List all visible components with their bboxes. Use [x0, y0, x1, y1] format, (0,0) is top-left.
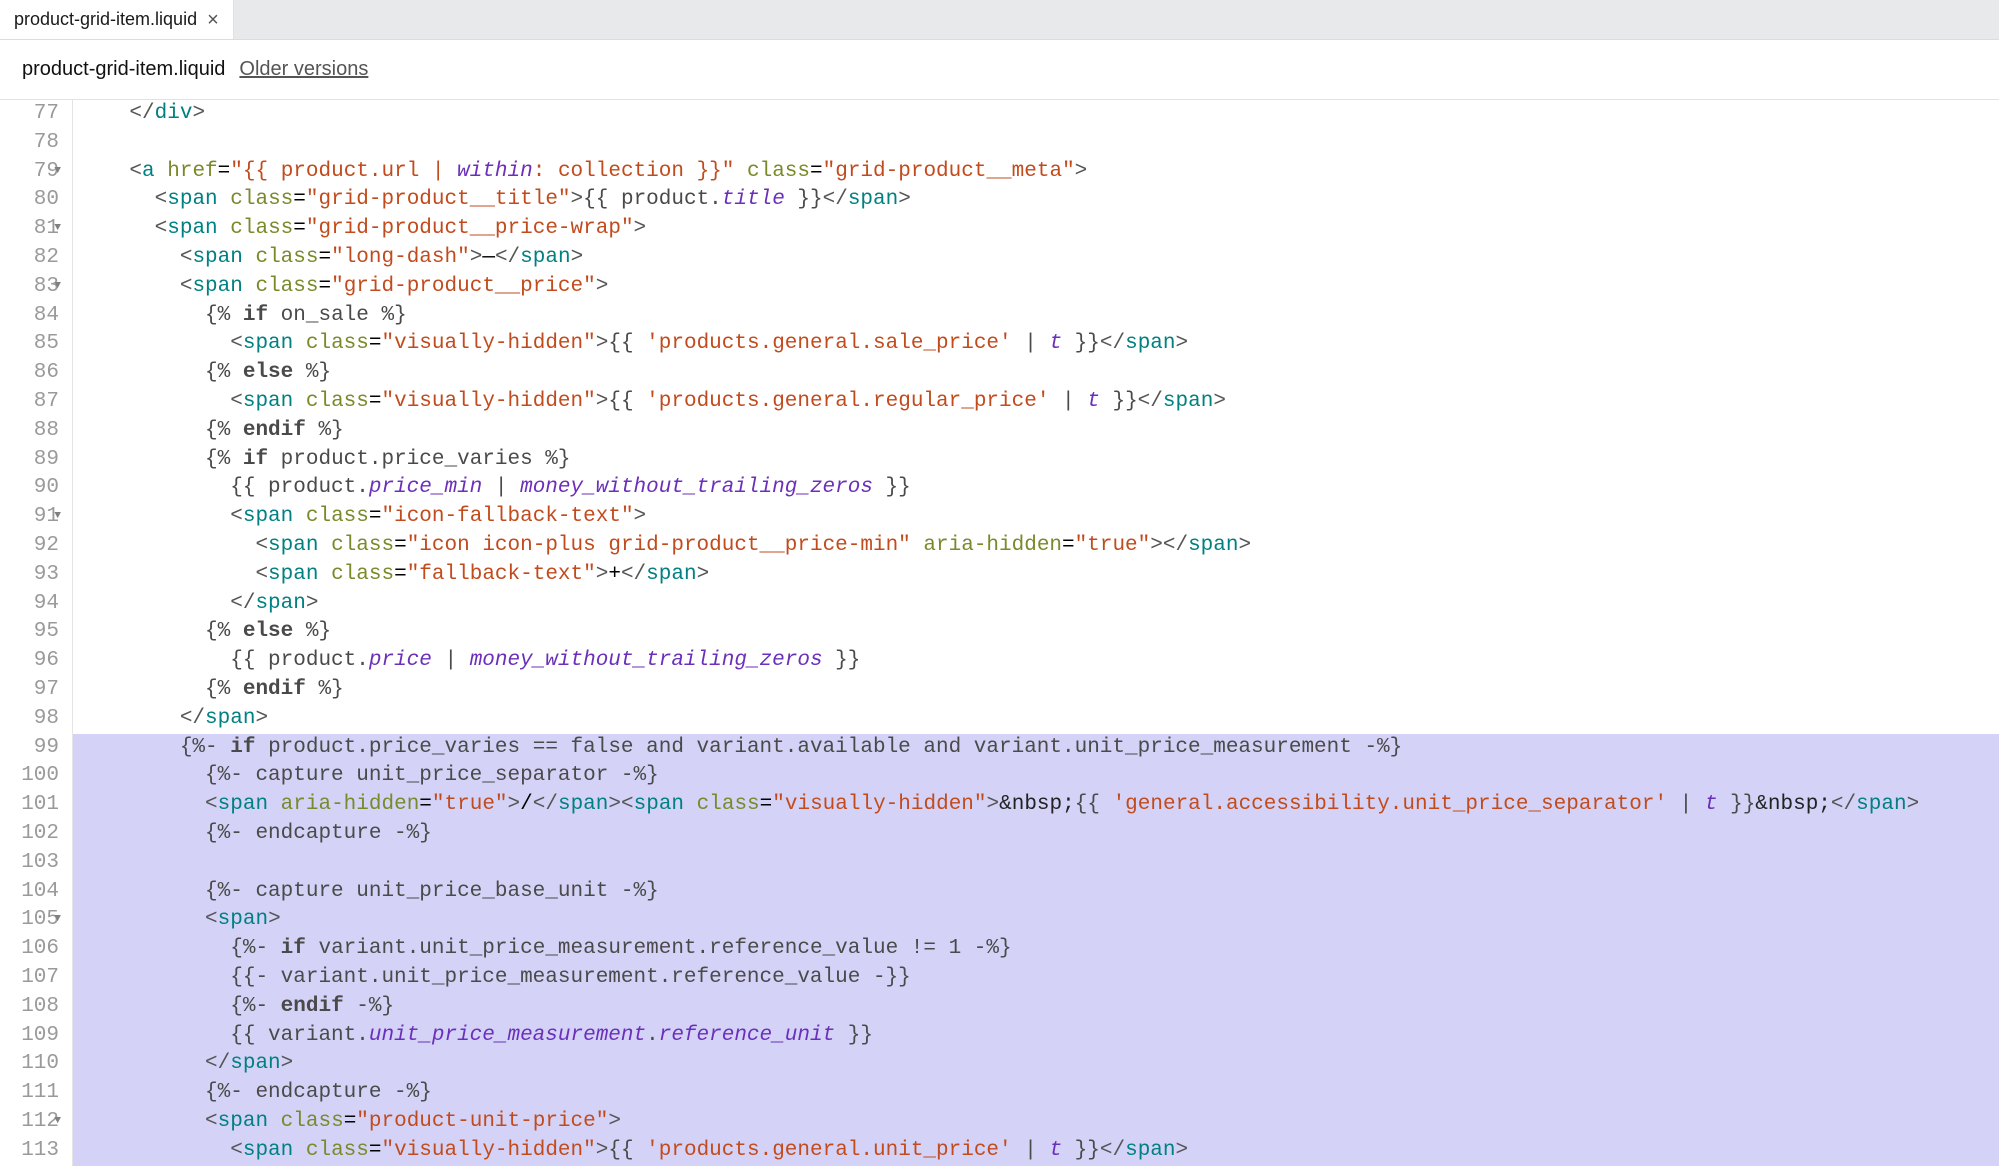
line-number: 112▼ [0, 1108, 59, 1137]
code-area[interactable]: </div> <a href="{{ product.url | within:… [73, 100, 1999, 1166]
file-title-row: product-grid-item.liquid Older versions [0, 40, 1999, 100]
line-number: 93 [0, 561, 59, 590]
tab-filename: product-grid-item.liquid [14, 9, 197, 30]
line-number: 92 [0, 532, 59, 561]
code-line[interactable]: {%- if product.price_varies == false and… [73, 734, 1999, 763]
code-line[interactable]: <a href="{{ product.url | within: collec… [73, 158, 1999, 187]
code-line[interactable]: {{- variant.unit_price_measurement.refer… [73, 964, 1999, 993]
code-line[interactable]: {%- endif -%} [73, 993, 1999, 1022]
tab-bar: product-grid-item.liquid × [0, 0, 1999, 40]
fold-icon[interactable]: ▼ [54, 164, 61, 179]
code-line[interactable]: <span class="long-dash">—</span> [73, 244, 1999, 273]
line-number: 95 [0, 618, 59, 647]
code-line[interactable]: <span class="product-unit-price"> [73, 1108, 1999, 1137]
line-number: 102 [0, 820, 59, 849]
code-line[interactable]: </div> [73, 100, 1999, 129]
code-line[interactable] [73, 849, 1999, 878]
file-title: product-grid-item.liquid [22, 58, 225, 81]
code-line[interactable]: {% else %} [73, 359, 1999, 388]
line-number: 107 [0, 964, 59, 993]
code-line[interactable]: {%- capture unit_price_separator -%} [73, 762, 1999, 791]
line-number: 84 [0, 302, 59, 331]
code-line[interactable]: <span class="icon-fallback-text"> [73, 503, 1999, 532]
line-number: 97 [0, 676, 59, 705]
code-line[interactable]: {{ product.price_min | money_without_tra… [73, 474, 1999, 503]
fold-icon[interactable]: ▼ [54, 279, 61, 294]
code-line[interactable]: {% else %} [73, 618, 1999, 647]
code-line[interactable]: <span class="visually-hidden">{{ 'produc… [73, 1137, 1999, 1166]
code-line[interactable]: {{ variant.unit_price_measurement.refere… [73, 1022, 1999, 1051]
line-number: 110 [0, 1050, 59, 1079]
code-line[interactable]: {{ product.price | money_without_trailin… [73, 647, 1999, 676]
line-number: 80 [0, 186, 59, 215]
code-line[interactable]: <span class="fallback-text">+</span> [73, 561, 1999, 590]
line-number: 89 [0, 446, 59, 475]
code-line[interactable]: </span> [73, 590, 1999, 619]
line-number: 111 [0, 1079, 59, 1108]
line-number: 82 [0, 244, 59, 273]
line-number: 105▼ [0, 906, 59, 935]
line-number: 106 [0, 935, 59, 964]
code-line[interactable]: <span class="grid-product__title">{{ pro… [73, 186, 1999, 215]
line-number: 90 [0, 474, 59, 503]
code-line[interactable]: </span> [73, 1050, 1999, 1079]
line-number: 96 [0, 647, 59, 676]
line-number: 113 [0, 1137, 59, 1166]
code-line[interactable]: {%- endcapture -%} [73, 820, 1999, 849]
line-number: 86 [0, 359, 59, 388]
line-number: 88 [0, 417, 59, 446]
line-number: 79▼ [0, 158, 59, 187]
line-number: 100 [0, 762, 59, 791]
line-number: 91▼ [0, 503, 59, 532]
older-versions-link[interactable]: Older versions [239, 58, 368, 81]
line-number: 108 [0, 993, 59, 1022]
code-line[interactable]: {% if on_sale %} [73, 302, 1999, 331]
code-line[interactable]: <span> [73, 906, 1999, 935]
code-line[interactable]: <span class="grid-product__price"> [73, 273, 1999, 302]
line-number: 101 [0, 791, 59, 820]
line-number: 81▼ [0, 215, 59, 244]
line-number: 77 [0, 100, 59, 129]
code-line[interactable]: {%- if variant.unit_price_measurement.re… [73, 935, 1999, 964]
fold-icon[interactable]: ▼ [54, 912, 61, 927]
line-number: 87 [0, 388, 59, 417]
line-number: 85 [0, 330, 59, 359]
line-number: 83▼ [0, 273, 59, 302]
code-line[interactable]: <span class="visually-hidden">{{ 'produc… [73, 388, 1999, 417]
line-number: 78 [0, 129, 59, 158]
line-number: 104 [0, 878, 59, 907]
close-icon[interactable]: × [207, 10, 219, 30]
fold-icon[interactable]: ▼ [54, 221, 61, 236]
line-number-gutter: 777879▼8081▼8283▼8485868788899091▼929394… [0, 100, 72, 1166]
code-line[interactable] [73, 129, 1999, 158]
fold-icon[interactable]: ▼ [54, 509, 61, 524]
code-line[interactable]: {% endif %} [73, 417, 1999, 446]
code-line[interactable]: <span class="icon icon-plus grid-product… [73, 532, 1999, 561]
code-line[interactable]: {%- capture unit_price_base_unit -%} [73, 878, 1999, 907]
line-number: 98 [0, 705, 59, 734]
code-line[interactable]: <span class="visually-hidden">{{ 'produc… [73, 330, 1999, 359]
line-number: 99 [0, 734, 59, 763]
code-line[interactable]: {%- endcapture -%} [73, 1079, 1999, 1108]
code-line[interactable]: <span aria-hidden="true">/</span><span c… [73, 791, 1999, 820]
fold-icon[interactable]: ▼ [54, 1114, 61, 1129]
line-number: 94 [0, 590, 59, 619]
code-line[interactable]: </span> [73, 705, 1999, 734]
code-line[interactable]: {% if product.price_varies %} [73, 446, 1999, 475]
code-line[interactable]: {% endif %} [73, 676, 1999, 705]
tab-product-grid-item[interactable]: product-grid-item.liquid × [0, 0, 234, 39]
line-number: 103 [0, 849, 59, 878]
code-editor[interactable]: 777879▼8081▼8283▼8485868788899091▼929394… [0, 100, 1999, 1166]
line-number: 109 [0, 1022, 59, 1051]
code-line[interactable]: <span class="grid-product__price-wrap"> [73, 215, 1999, 244]
